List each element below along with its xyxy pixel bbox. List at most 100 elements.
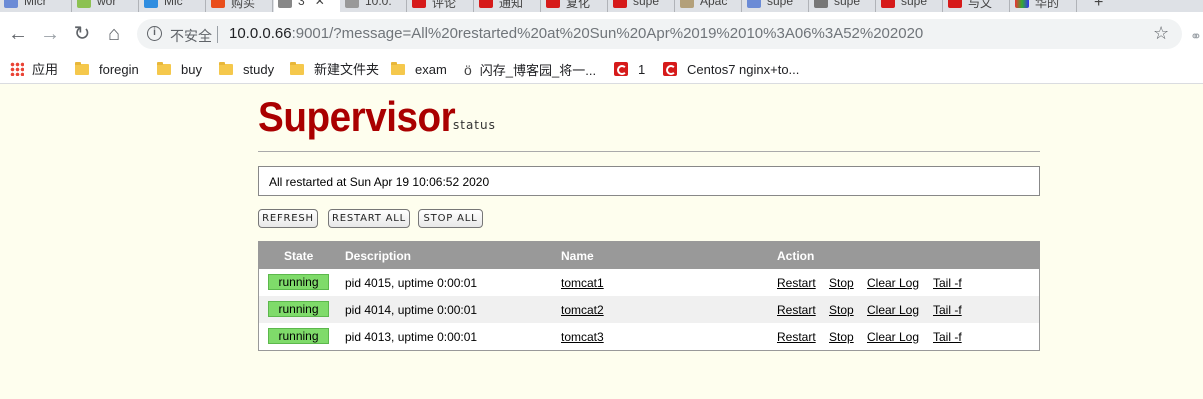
bookmark-star-icon[interactable]: ☆ [1153,23,1169,44]
address-bar[interactable]: i 不安全 10.0.0.66:9001/?message=All%20rest… [137,19,1182,49]
bookmark-folder[interactable]: study [219,60,274,80]
tab-favicon-icon [412,0,426,8]
browser-tab[interactable]: 购买 [207,0,273,12]
info-icon[interactable]: i [147,26,162,41]
restart-all-button[interactable]: RESTART ALL [328,209,410,228]
csdn-icon [663,62,677,76]
folder-icon [75,62,89,75]
bookmark-folder[interactable]: buy [157,60,202,80]
browser-toolbar: ← → ↻ ⌂ i 不安全 10.0.0.66:9001/?message=Al… [0,12,1203,55]
blog-icon: ö [464,62,472,78]
bookmark-link[interactable]: ö 闪存_博客园_将一... [464,60,596,80]
tail-link[interactable]: Tail -f [933,330,962,344]
close-tab-icon[interactable]: ✕ [315,0,325,8]
tab-title: supe [901,0,928,8]
bookmark-link[interactable]: 1 [614,60,645,80]
browser-tab-active[interactable]: 3 ✕ [274,0,340,12]
header-divider [258,151,1040,152]
refresh-button[interactable]: REFRESH [258,209,318,228]
browser-tab[interactable]: 10.0. [341,0,407,12]
stop-link[interactable]: Stop [829,276,854,290]
browser-tab[interactable]: supe [810,0,876,12]
tab-title: 通知 [499,0,524,10]
restart-link[interactable]: Restart [777,330,816,344]
tab-title: supe [834,0,861,8]
clear-log-link[interactable]: Clear Log [867,330,919,344]
browser-tab[interactable]: Apac [676,0,742,12]
bookmark-label: 闪存_博客园_将一... [479,63,597,78]
browser-tab[interactable]: supe [609,0,675,12]
restart-link[interactable]: Restart [777,303,816,317]
tab-title: 评论 [432,0,457,10]
tab-title: 10.0. [365,0,392,8]
process-description: pid 4015, uptime 0:00:01 [345,276,478,290]
folder-icon [290,62,304,75]
bookmarks-bar: 应用 foregin buy study 新建文件夹 exam ö 闪存_博客园_… [0,55,1203,84]
tab-favicon-icon [211,0,225,8]
back-icon[interactable]: ← [6,22,30,46]
reload-icon[interactable]: ↻ [70,22,94,46]
apps-grid-icon [10,62,24,76]
supervisor-logo: Supervisor [258,93,456,140]
browser-tab[interactable]: 华的 [1011,0,1077,12]
browser-tab[interactable]: 复化 [542,0,608,12]
tab-title: supe [767,0,794,8]
forward-icon[interactable]: → [38,22,62,46]
tab-title: 复化 [566,0,591,10]
bookmark-apps[interactable]: 应用 [10,60,58,80]
folder-icon [157,62,171,75]
process-name-link[interactable]: tomcat1 [561,276,604,290]
folder-icon [391,62,405,75]
bookmark-folder[interactable]: 新建文件夹 [290,60,379,80]
header-state: State [284,249,314,263]
tab-favicon-icon [77,0,91,8]
browser-tab[interactable]: Micr [0,0,72,12]
extension-icon[interactable]: ⚭ [1190,28,1202,45]
clear-log-link[interactable]: Clear Log [867,276,919,290]
tab-favicon-icon [680,0,694,8]
bookmark-label: study [243,62,275,77]
browser-tab[interactable]: 与文 [944,0,1010,12]
divider [217,26,218,43]
bookmark-folder[interactable]: foregin [75,60,139,80]
tab-favicon-icon [278,0,292,8]
bookmark-link[interactable]: Centos7 nginx+to... [663,60,799,80]
tab-title: 华的 [1035,0,1060,10]
process-name-link[interactable]: tomcat3 [561,330,604,344]
tail-link[interactable]: Tail -f [933,303,962,317]
bookmark-folder[interactable]: exam [391,60,447,80]
browser-tab[interactable]: 评论 [408,0,474,12]
browser-tab[interactable]: supe [877,0,943,12]
bookmark-label: buy [181,62,202,77]
stop-link[interactable]: Stop [829,330,854,344]
header-name: Name [561,249,594,263]
stop-link[interactable]: Stop [829,303,854,317]
table-row: running pid 4015, uptime 0:00:01 tomcat1… [259,269,1039,296]
process-description: pid 4013, uptime 0:00:01 [345,330,478,344]
process-name-link[interactable]: tomcat2 [561,303,604,317]
browser-tab[interactable]: wor [73,0,139,12]
restart-link[interactable]: Restart [777,276,816,290]
bookmark-label: 新建文件夹 [314,62,380,77]
browser-tab[interactable]: 通知 [475,0,541,12]
browser-tab[interactable]: Mic [140,0,206,12]
tab-title: Micr [24,0,47,8]
new-tab-button[interactable]: + [1090,0,1120,12]
tab-title: wor [97,0,117,8]
table-header: State Description Name Action [259,242,1039,269]
url-text[interactable]: 10.0.0.66:9001/?message=All%20restarted%… [229,25,923,42]
browser-tab[interactable]: supe [743,0,809,12]
tab-favicon-icon [546,0,560,8]
header-description: Description [345,249,412,263]
clear-log-link[interactable]: Clear Log [867,303,919,317]
tab-favicon-icon [948,0,962,8]
home-icon[interactable]: ⌂ [102,22,126,46]
bookmark-label: exam [415,62,447,77]
header-action: Action [777,249,815,263]
csdn-icon [614,62,628,76]
tail-link[interactable]: Tail -f [933,276,962,290]
stop-all-button[interactable]: STOP ALL [418,209,483,228]
tab-favicon-icon [4,0,18,8]
bookmark-label: 应用 [32,62,59,77]
tab-title: 与文 [968,0,993,10]
